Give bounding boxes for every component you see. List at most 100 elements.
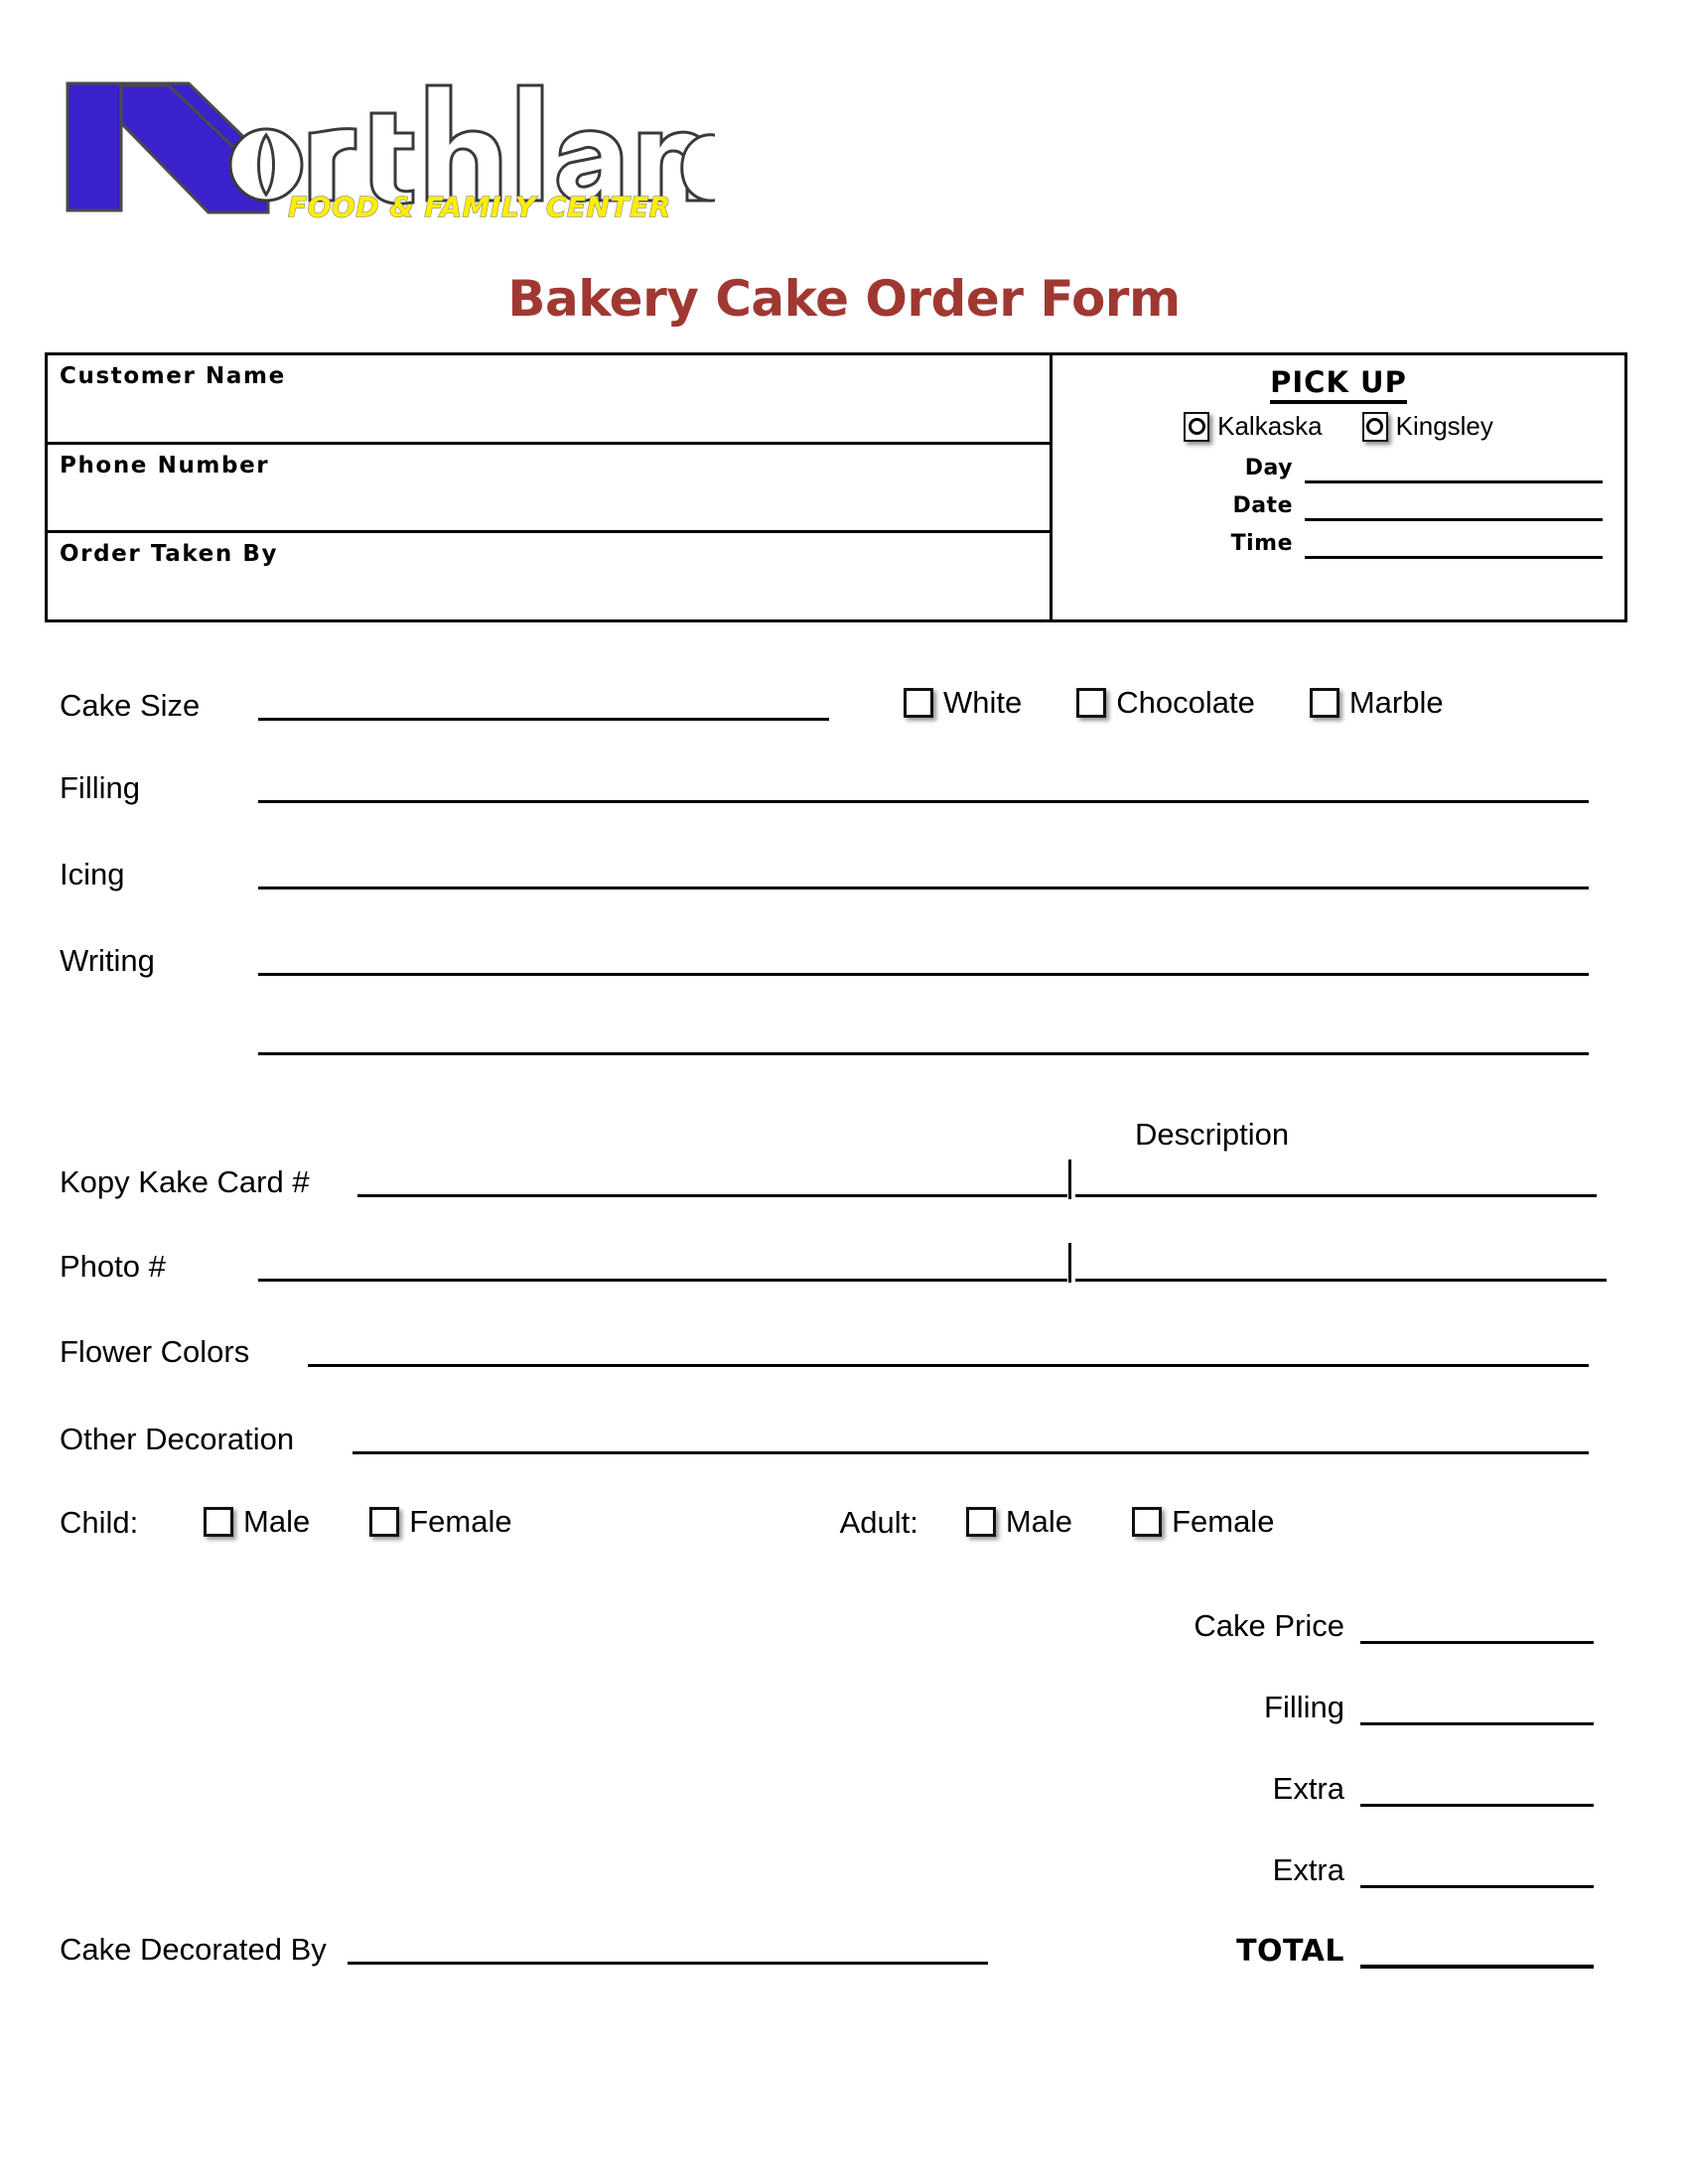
other-decoration-row: Other Decoration [60,1424,1589,1454]
cake-price-input[interactable] [1360,1621,1594,1644]
photo-number-row: Photo # [60,1251,1607,1282]
photo-number-label: Photo # [60,1249,166,1284]
flavor-chocolate-label: Chocolate [1116,685,1255,720]
pickup-datetime-fields: Day Date Time [1053,456,1624,559]
pickup-section: PICK UP Kalkaska Kingsley Day Date Time [1053,355,1624,619]
customer-name-field[interactable]: Customer Name [48,355,1050,445]
pickup-date-row: Date [1053,493,1603,521]
checkbox-child-male-icon[interactable] [204,1507,233,1537]
price-extra-1-input[interactable] [1360,1784,1594,1807]
flavor-marble-label: Marble [1348,685,1444,720]
icing-input[interactable] [258,867,1589,889]
price-extra-1-label: Extra [1272,1771,1344,1806]
kopy-kake-card-row: Kopy Kake Card # [60,1166,1597,1197]
order-taken-by-label: Order Taken By [60,541,279,568]
child-male-label: Male [243,1504,311,1539]
kopy-kake-description-input[interactable] [1075,1174,1597,1197]
page-title: Bakery Cake Order Form [507,270,1181,328]
checkbox-white-icon[interactable] [904,688,933,718]
writing-row: Writing [60,945,1589,976]
pickup-time-label: Time [1230,531,1293,556]
radio-kalkaska-icon[interactable] [1184,411,1210,442]
checkbox-chocolate-icon[interactable] [1076,688,1107,718]
flavor-white-label: White [943,685,1023,720]
adult-label: Adult: [839,1504,918,1540]
kopy-kake-divider [1068,1160,1071,1199]
price-filling-input[interactable] [1360,1703,1594,1725]
cake-decorated-by-row: Cake Decorated By [60,1934,988,1965]
total-input[interactable] [1360,1945,1594,1969]
price-filling-label: Filling [1264,1690,1344,1724]
child-label: Child: [60,1504,139,1540]
price-row-extra-1: Extra [993,1771,1594,1807]
price-row-extra-2: Extra [993,1852,1594,1888]
filling-row: Filling [60,772,1589,803]
photo-divider [1068,1243,1071,1283]
writing-label: Writing [60,943,155,978]
cake-size-input[interactable] [258,698,829,721]
logo-tagline: FOOD & FAMILY CENTER [288,191,671,220]
pickup-day-label: Day [1244,456,1293,480]
price-extra-2-input[interactable] [1360,1865,1594,1888]
cake-size-label: Cake Size [60,688,201,723]
checkbox-adult-male-icon[interactable] [965,1507,996,1537]
kopy-kake-card-label: Kopy Kake Card # [60,1164,310,1199]
flower-colors-input[interactable] [308,1344,1589,1367]
checkbox-adult-female-icon[interactable] [1132,1507,1163,1537]
cake-decorated-by-label: Cake Decorated By [60,1932,327,1967]
pickup-location-options: Kalkaska Kingsley [1053,411,1624,442]
pickup-date-label: Date [1232,493,1293,518]
writing-row-2 [258,1032,1589,1055]
checkbox-child-female-icon[interactable] [369,1507,400,1537]
adult-option-female[interactable]: Female [1132,1504,1274,1540]
photo-description-input[interactable] [1075,1259,1607,1282]
pickup-day-row: Day [1053,456,1603,483]
order-taken-by-field[interactable]: Order Taken By [48,533,1050,619]
filling-input[interactable] [258,780,1589,803]
pickup-day-input[interactable] [1305,457,1603,483]
northland-logo-icon: FOOD & FAMILY CENTER [66,81,715,220]
pickup-heading: PICK UP [1053,365,1624,404]
adult-female-label: Female [1172,1504,1275,1539]
pickup-date-input[interactable] [1305,494,1603,521]
writing-input[interactable] [258,953,1589,976]
flavor-option-white[interactable]: White [904,685,1022,721]
pickup-location-kalkaska-label: Kalkaska [1217,411,1323,441]
child-female-label: Female [409,1504,512,1539]
phone-number-field[interactable]: Phone Number [48,445,1050,534]
price-row-cake-price: Cake Price [993,1608,1594,1644]
pickup-location-kingsley[interactable]: Kingsley [1361,411,1493,442]
phone-number-label: Phone Number [60,452,270,478]
total-label: TOTAL [1236,1934,1344,1969]
radio-kingsley-icon[interactable] [1361,411,1388,442]
theme-gender-row: Child: Male Female Adult: Male Female [60,1504,1274,1540]
photo-number-input[interactable] [258,1259,1067,1282]
cake-price-label: Cake Price [1194,1608,1344,1643]
adult-option-male[interactable]: Male [965,1504,1073,1540]
child-option-female[interactable]: Female [369,1504,512,1540]
flavor-option-marble[interactable]: Marble [1309,685,1444,721]
pickup-location-kingsley-label: Kingsley [1395,411,1493,441]
other-decoration-input[interactable] [352,1432,1589,1454]
other-decoration-label: Other Decoration [60,1422,295,1456]
flower-colors-row: Flower Colors [60,1336,1589,1367]
cake-size-row: Cake Size White Chocolate Marble [60,685,1628,721]
customer-name-label: Customer Name [60,363,286,389]
writing-input-2[interactable] [258,1032,1589,1055]
flower-colors-label: Flower Colors [60,1334,250,1369]
customer-fields-column: Customer Name Phone Number Order Taken B… [48,355,1053,619]
pickup-heading-text: PICK UP [1270,365,1407,404]
pickup-location-kalkaska[interactable]: Kalkaska [1184,411,1323,442]
icing-row: Icing [60,859,1589,889]
pickup-time-row: Time [1053,531,1603,559]
checkbox-marble-icon[interactable] [1309,688,1339,718]
kopy-kake-card-input[interactable] [357,1174,1067,1197]
icing-label: Icing [60,857,125,891]
child-option-male[interactable]: Male [204,1504,310,1540]
pickup-time-input[interactable] [1305,532,1603,559]
adult-male-label: Male [1005,1504,1073,1539]
flavor-option-chocolate[interactable]: Chocolate [1076,685,1255,721]
description-heading: Description [1135,1117,1290,1152]
cake-decorated-by-input[interactable] [348,1942,988,1965]
company-logo: FOOD & FAMILY CENTER [60,62,715,220]
